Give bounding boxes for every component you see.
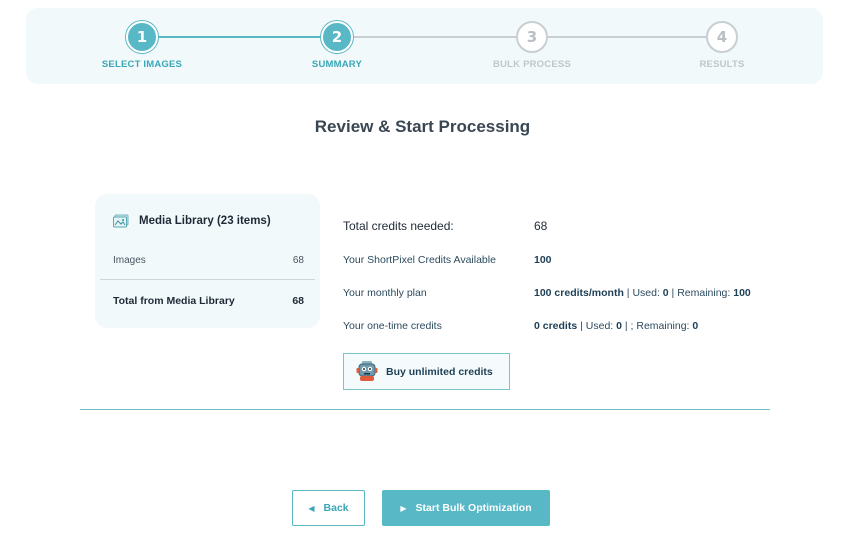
credits-available-row: Your ShortPixel Credits Available 100 bbox=[343, 254, 552, 266]
monthly-plan-value: 100 credits/month | Used: 0 | Remaining:… bbox=[534, 287, 751, 299]
start-bulk-optimization-button[interactable]: ▶ Start Bulk Optimization bbox=[382, 490, 550, 526]
step-select-images[interactable]: 1 SELECT IMAGES bbox=[77, 21, 207, 70]
credits-available-label: Your ShortPixel Credits Available bbox=[343, 254, 496, 266]
section-divider bbox=[80, 409, 770, 410]
media-total-row: Total from Media Library 68 bbox=[113, 295, 304, 307]
credits-needed-row: Total credits needed: 68 bbox=[343, 219, 547, 233]
step-label: RESULTS bbox=[699, 59, 745, 70]
total-value: 68 bbox=[292, 295, 304, 307]
back-label: Back bbox=[323, 502, 349, 514]
credits-needed-label: Total credits needed: bbox=[343, 219, 454, 233]
card-divider bbox=[100, 279, 315, 280]
step-number: 1 bbox=[126, 21, 158, 53]
back-button[interactable]: ◀ Back bbox=[292, 490, 365, 526]
total-label: Total from Media Library bbox=[113, 295, 235, 307]
buy-unlimited-credits-button[interactable]: Buy unlimited credits bbox=[343, 353, 510, 390]
onetime-credits-value: 0 credits | Used: 0 | ; Remaining: 0 bbox=[534, 320, 699, 332]
monthly-plan-label: Your monthly plan bbox=[343, 287, 427, 299]
play-icon: ▶ bbox=[400, 503, 407, 513]
robot-icon bbox=[356, 360, 378, 381]
step-summary[interactable]: 2 SUMMARY bbox=[272, 21, 402, 70]
step-label: SUMMARY bbox=[311, 59, 363, 70]
onetime-credits-label: Your one-time credits bbox=[343, 320, 442, 332]
media-library-title: Media Library (23 items) bbox=[139, 215, 271, 227]
row-value: 68 bbox=[292, 255, 304, 266]
step-bulk-process: 3 BULK PROCESS bbox=[467, 21, 597, 70]
step-results: 4 RESULTS bbox=[657, 21, 787, 70]
step-number: 3 bbox=[516, 21, 548, 53]
step-label: BULK PROCESS bbox=[493, 59, 571, 70]
caret-left-icon: ◀ bbox=[308, 503, 315, 513]
credits-available-value: 100 bbox=[534, 254, 552, 266]
media-row-images: Images 68 bbox=[113, 255, 304, 266]
progress-stepper: 1 SELECT IMAGES 2 SUMMARY 3 BULK PROCESS… bbox=[26, 8, 823, 84]
page-title: Review & Start Processing bbox=[314, 117, 531, 136]
buy-unlimited-label: Buy unlimited credits bbox=[386, 365, 493, 378]
start-label: Start Bulk Optimization bbox=[415, 502, 532, 514]
step-number: 2 bbox=[321, 21, 353, 53]
step-label: SELECT IMAGES bbox=[101, 59, 183, 70]
image-icon bbox=[113, 214, 129, 228]
credits-needed-value: 68 bbox=[534, 219, 548, 233]
step-number: 4 bbox=[706, 21, 738, 53]
onetime-credits-row: Your one-time credits 0 credits | Used: … bbox=[343, 320, 698, 332]
monthly-plan-row: Your monthly plan 100 credits/month | Us… bbox=[343, 287, 751, 299]
row-label: Images bbox=[113, 255, 146, 266]
media-library-header: Media Library (23 items) bbox=[113, 214, 271, 228]
